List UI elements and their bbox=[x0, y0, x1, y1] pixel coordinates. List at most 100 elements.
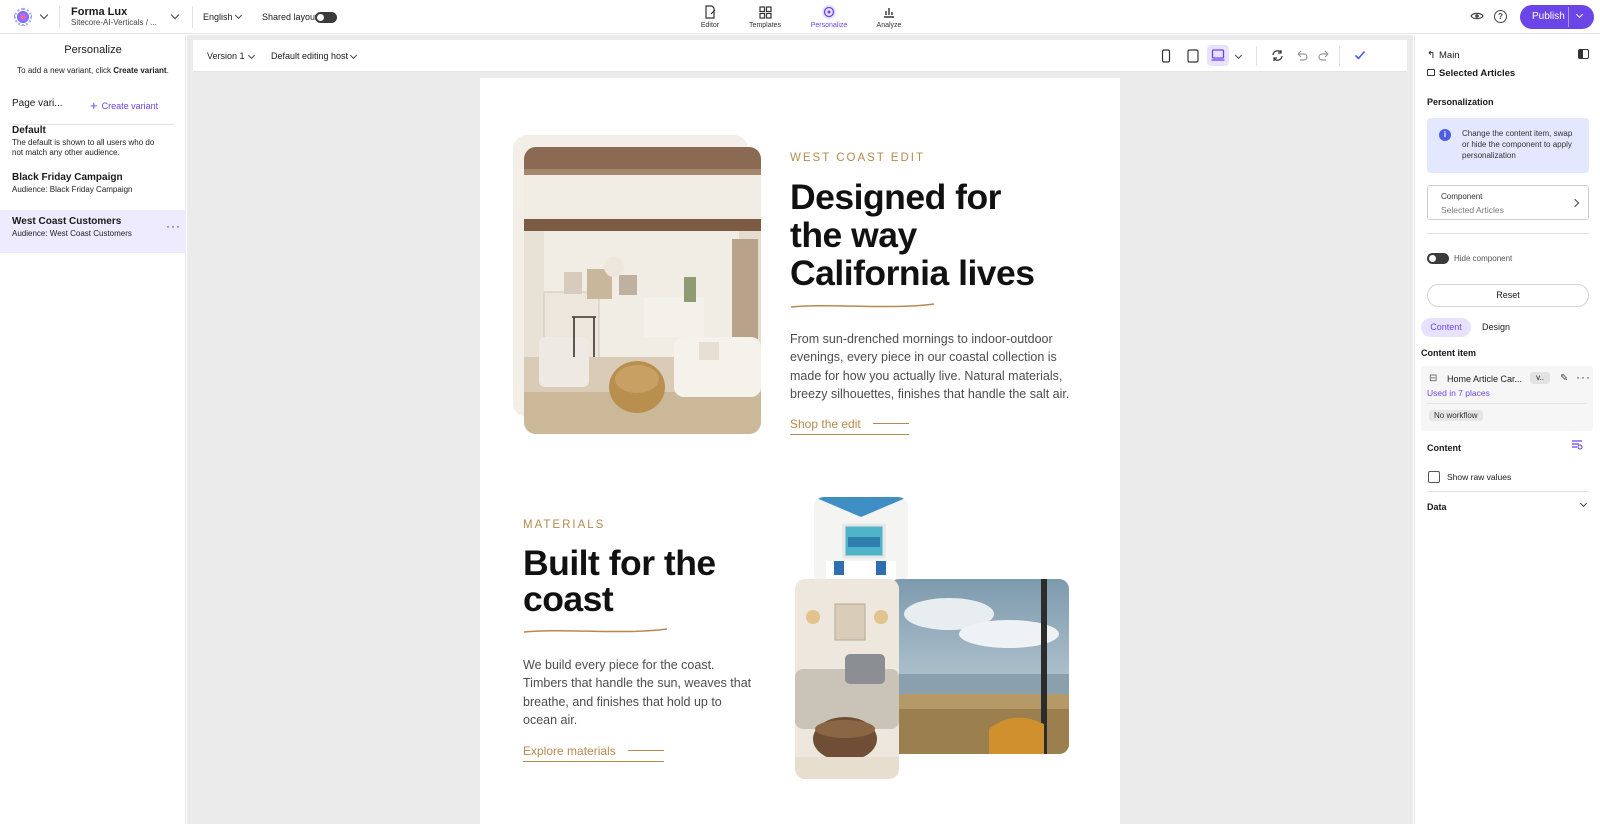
content-item-heading: Content item bbox=[1421, 348, 1476, 358]
version-tag: v.. bbox=[1530, 372, 1550, 384]
more-options-icon[interactable]: ··· bbox=[1576, 370, 1591, 384]
mobile-device-icon[interactable] bbox=[1161, 49, 1171, 63]
hide-component-toggle[interactable] bbox=[1427, 253, 1449, 264]
section-eyebrow: MATERIALS bbox=[523, 519, 606, 531]
preview-eye-icon[interactable] bbox=[1470, 11, 1484, 21]
heading-line: California lives bbox=[790, 253, 1035, 293]
shared-layout-toggle[interactable] bbox=[315, 12, 337, 23]
shared-layout-label: Shared layout bbox=[262, 12, 318, 22]
component-selector[interactable]: Component Selected Articles bbox=[1427, 185, 1589, 220]
host-chevron-icon[interactable] bbox=[349, 51, 358, 60]
component-icon bbox=[1427, 69, 1435, 76]
create-variant-label: Create variant bbox=[101, 101, 159, 111]
info-icon: i bbox=[1439, 129, 1451, 141]
variant-black-friday[interactable]: Black Friday Campaign Audience: Black Fr… bbox=[0, 172, 186, 202]
page-preview: WEST COAST EDIT Designed for the way Cal… bbox=[480, 78, 1120, 824]
back-arrow-icon[interactable]: ↰ bbox=[1427, 50, 1435, 61]
divider bbox=[1427, 403, 1587, 404]
variant-name: Default bbox=[12, 125, 46, 136]
personalize-panel: Personalize To add a new variant, click … bbox=[0, 35, 186, 824]
divider bbox=[1568, 7, 1569, 27]
check-icon[interactable] bbox=[1354, 49, 1366, 61]
section-eyebrow: WEST COAST EDIT bbox=[790, 152, 926, 164]
nav-analyze-label: Analyze bbox=[876, 22, 902, 29]
info-banner: i Change the content item, swap or hide … bbox=[1427, 118, 1589, 173]
publish-options-chevron-icon[interactable] bbox=[1575, 10, 1584, 19]
lounge-image[interactable] bbox=[795, 579, 899, 779]
cta-label: Explore materials bbox=[523, 744, 616, 758]
redo-icon[interactable] bbox=[1318, 49, 1331, 62]
ocean-view-image[interactable] bbox=[889, 579, 1069, 754]
tab-design[interactable]: Design bbox=[1482, 322, 1510, 332]
divider bbox=[59, 6, 60, 28]
divider bbox=[192, 6, 193, 28]
living-room-image[interactable] bbox=[524, 147, 761, 434]
language-selector[interactable]: English bbox=[203, 12, 233, 22]
variant-description: The default is shown to all users who do… bbox=[12, 138, 155, 157]
explore-materials-link[interactable]: Explore materials bbox=[523, 744, 664, 762]
tab-content[interactable]: Content bbox=[1421, 318, 1471, 337]
app-switcher-chevron-icon[interactable] bbox=[39, 10, 49, 20]
desktop-device-icon[interactable] bbox=[1211, 49, 1225, 61]
nav-personalize[interactable]: Personalize bbox=[801, 4, 857, 37]
help-icon[interactable]: ? bbox=[1494, 10, 1507, 23]
edit-pencil-icon[interactable]: ✎ bbox=[1560, 373, 1568, 384]
divider bbox=[1427, 491, 1589, 492]
shop-the-edit-link[interactable]: Shop the edit bbox=[790, 417, 909, 435]
site-name[interactable]: Forma Lux bbox=[71, 6, 127, 18]
bedroom-image[interactable] bbox=[814, 497, 908, 583]
chevron-down-icon[interactable] bbox=[1579, 499, 1588, 508]
divider bbox=[1427, 233, 1589, 234]
cta-label: Shop the edit bbox=[790, 417, 861, 431]
section-body: We build every piece for the coast. Timb… bbox=[523, 658, 752, 727]
analyze-icon bbox=[861, 4, 917, 20]
heading-line: the way bbox=[790, 215, 917, 255]
more-options-icon[interactable]: ··· bbox=[166, 219, 181, 233]
editor-icon bbox=[682, 4, 738, 20]
site-switcher-chevron-icon[interactable] bbox=[170, 10, 180, 20]
variant-west-coast[interactable]: West Coast Customers Audience: West Coas… bbox=[0, 210, 186, 253]
decorative-underline bbox=[790, 303, 935, 308]
site-path[interactable]: Sitecore-AI-Verticals / ... bbox=[71, 18, 157, 27]
hint-text: To add a new variant, click bbox=[17, 66, 114, 75]
top-bar: Forma Lux Sitecore-AI-Verticals / ... En… bbox=[0, 0, 1600, 37]
chevron-right-icon bbox=[1570, 198, 1580, 208]
heading-line: Designed for bbox=[790, 177, 1001, 217]
show-raw-values-checkbox[interactable] bbox=[1428, 471, 1440, 483]
decorative-underline bbox=[523, 628, 668, 633]
tablet-device-icon[interactable] bbox=[1187, 49, 1199, 63]
reset-button[interactable]: Reset bbox=[1427, 284, 1589, 307]
panel-title: Personalize bbox=[64, 44, 122, 56]
cta-line bbox=[872, 423, 909, 424]
editor-canvas: Version 1 Default editing host WEST COAS… bbox=[187, 35, 1413, 824]
filter-fields-icon[interactable] bbox=[1571, 439, 1583, 450]
data-section-toggle[interactable]: Data bbox=[1427, 502, 1447, 512]
nav-templates[interactable]: Templates bbox=[737, 4, 793, 32]
undo-icon[interactable] bbox=[1295, 49, 1308, 62]
content-item-name[interactable]: Home Article Car... bbox=[1447, 374, 1522, 384]
breadcrumb-main[interactable]: Main bbox=[1439, 50, 1460, 61]
app-logo-icon[interactable] bbox=[14, 8, 32, 26]
nav-editor[interactable]: Editor bbox=[682, 4, 738, 32]
nav-personalize-label: Personalize bbox=[810, 22, 848, 29]
variant-default[interactable]: Default The default is shown to all user… bbox=[0, 125, 186, 159]
editing-host-selector[interactable]: Default editing host bbox=[271, 51, 348, 61]
heading-line: coast bbox=[523, 579, 614, 619]
properties-panel: ↰ Main Selected Articles Personalization… bbox=[1414, 35, 1600, 824]
nav-analyze[interactable]: Analyze bbox=[861, 4, 917, 32]
section-heading: Designed for the way California lives bbox=[790, 178, 1035, 292]
publish-button[interactable]: Publish bbox=[1520, 5, 1594, 29]
nav-editor-label: Editor bbox=[700, 22, 720, 29]
language-chevron-icon[interactable] bbox=[234, 11, 243, 20]
component-value: Selected Articles bbox=[1441, 205, 1504, 215]
component-label: Component bbox=[1441, 192, 1483, 201]
toggle-panel-icon[interactable] bbox=[1578, 49, 1589, 59]
device-chevron-icon[interactable] bbox=[1234, 51, 1243, 60]
used-in-places-link[interactable]: Used in 7 places bbox=[1427, 388, 1490, 398]
version-selector[interactable]: Version 1 bbox=[207, 51, 245, 61]
create-variant-button[interactable]: + Create variant bbox=[90, 98, 158, 113]
workflow-badge: No workflow bbox=[1429, 410, 1483, 421]
refresh-icon[interactable] bbox=[1271, 49, 1284, 62]
hint-bold-text: Create variant bbox=[113, 66, 167, 75]
version-chevron-icon[interactable] bbox=[247, 51, 256, 60]
